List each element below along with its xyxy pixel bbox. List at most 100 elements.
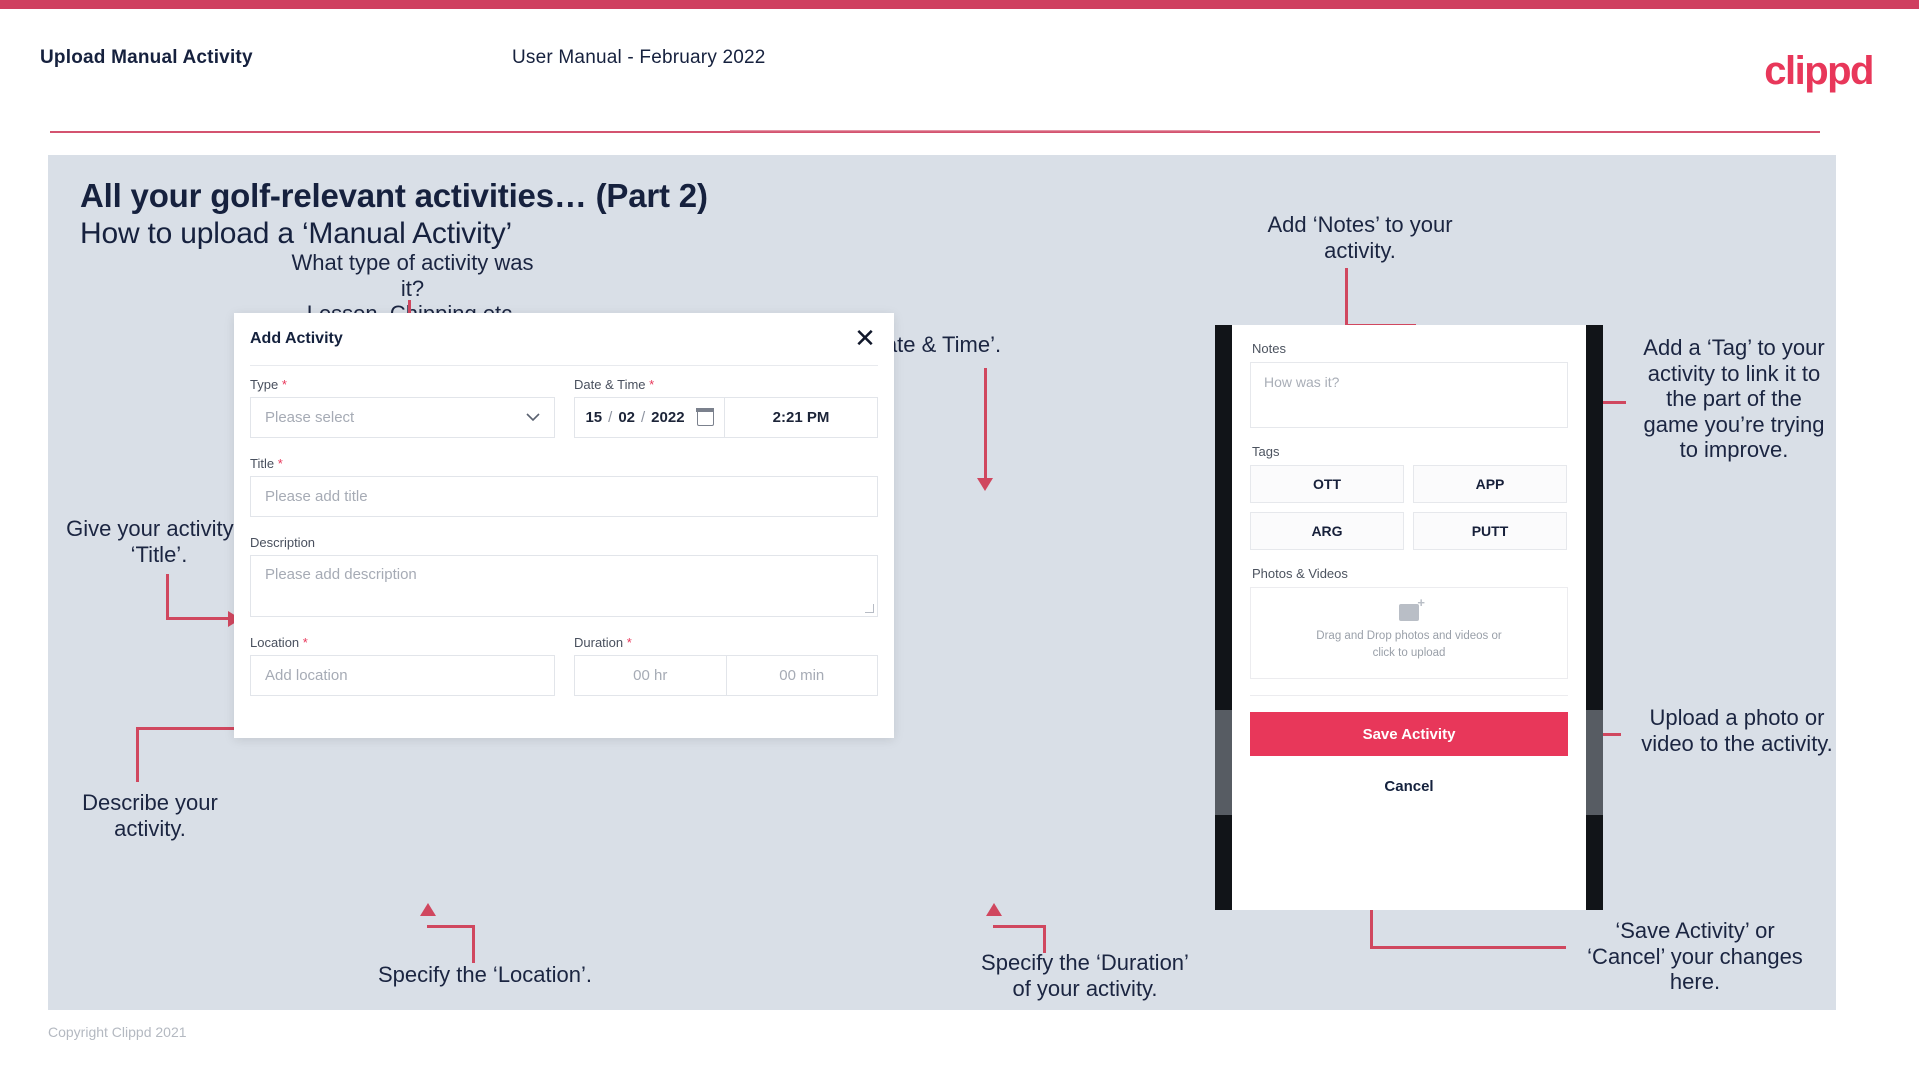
arrow-duration <box>986 903 1002 916</box>
connector-location-v <box>472 925 475 963</box>
label-text: Description <box>250 535 316 550</box>
phone-photos-section: Photos & Videos Drag and Drop photos and… <box>1232 550 1586 679</box>
label-text: Duration <box>574 635 624 650</box>
connector-title-v <box>166 574 169 617</box>
header-subtitle: User Manual - February 2022 <box>512 47 766 68</box>
field-type: Type * Please select <box>250 377 555 438</box>
duration-minutes-input[interactable]: 00 min <box>725 656 878 695</box>
field-datetime: Date & Time * 15 / 02 / 2022 2:21 PM <box>574 377 878 438</box>
dropzone-text: Drag and Drop photos and videos or click… <box>1316 628 1501 661</box>
field-duration-label: Duration * <box>574 635 878 650</box>
annotation-upload: Upload a photo or video to the activity. <box>1641 705 1833 756</box>
connector-notes-v1 <box>1345 268 1348 324</box>
header-title: Upload Manual Activity <box>40 47 253 68</box>
phone-bezel-right <box>1586 325 1603 910</box>
clippd-logo: clippd <box>1764 49 1874 93</box>
notes-placeholder: How was it? <box>1264 374 1340 390</box>
connector-duration-v <box>1043 925 1046 953</box>
field-location-label: Location * <box>250 635 555 650</box>
annotation-location: Specify the ‘Location’. <box>377 962 593 987</box>
date-sep-1: / <box>608 409 613 426</box>
calendar-icon[interactable] <box>695 408 715 426</box>
field-title: Title * Please add title <box>250 456 878 517</box>
type-select-value: Please select <box>265 409 355 426</box>
cancel-button[interactable]: Cancel <box>1232 778 1586 795</box>
annotation-tag: Add a ‘Tag’ to your activity to link it … <box>1643 335 1825 463</box>
date-year: 2022 <box>651 409 685 426</box>
tags-grid: OTT APP ARG PUTT <box>1250 465 1568 550</box>
save-activity-button[interactable]: Save Activity <box>1250 712 1568 756</box>
modal-title: Add Activity <box>250 330 343 347</box>
label-text: Title <box>250 456 275 471</box>
label-text: Location <box>250 635 300 650</box>
tags-label: Tags <box>1252 444 1280 459</box>
location-input[interactable]: Add location <box>250 655 555 696</box>
phone-notes-section: Notes How was it? <box>1232 325 1586 428</box>
field-datetime-label: Date & Time * <box>574 377 878 392</box>
dropzone-line-2: click to upload <box>1372 647 1446 659</box>
type-select[interactable]: Please select <box>250 397 555 438</box>
header-divider-secondary <box>730 130 1210 132</box>
duration-hours-input[interactable]: 00 hr <box>575 656 726 695</box>
annotation-duration: Specify the ‘Duration’ of your activity. <box>981 950 1189 1001</box>
form-row-type-datetime: Type * Please select Date & Time * 15 / … <box>250 377 878 438</box>
phone-divider <box>1250 695 1568 696</box>
photos-videos-label: Photos & Videos <box>1252 566 1348 581</box>
modal-divider <box>250 365 878 366</box>
notes-textarea[interactable]: How was it? <box>1250 362 1568 428</box>
annotation-notes: Add ‘Notes’ to your activity. <box>1267 212 1453 263</box>
phone-power-button-right <box>1586 710 1603 815</box>
time-input[interactable]: 2:21 PM <box>724 398 877 437</box>
slide-title: All your golf-relevant activities… (Part… <box>80 177 708 214</box>
footer-copyright: Copyright Clippd 2021 <box>48 1024 187 1040</box>
connector-tag-h1 <box>1601 401 1626 404</box>
date-sep-2: / <box>641 409 646 426</box>
add-activity-form: Type * Please select Date & Time * 15 / … <box>250 377 878 696</box>
title-input-placeholder: Please add title <box>265 488 368 505</box>
tag-arg[interactable]: ARG <box>1250 512 1404 550</box>
datetime-control: 15 / 02 / 2022 2:21 PM <box>574 397 878 438</box>
connector-describe-v <box>136 727 139 782</box>
date-month: 02 <box>618 409 635 426</box>
label-text: Type <box>250 377 279 392</box>
title-input[interactable]: Please add title <box>250 476 878 517</box>
field-location: Location * Add location <box>250 635 555 696</box>
description-placeholder: Please add description <box>265 566 417 583</box>
connector-title-h <box>166 617 228 620</box>
field-duration: Duration * 00 hr 00 min <box>574 635 878 696</box>
chevron-down-icon <box>526 409 540 426</box>
dropzone-line-1: Drag and Drop photos and videos or <box>1316 630 1502 643</box>
field-title-label: Title * <box>250 456 878 471</box>
connector-datetime-v <box>984 368 987 478</box>
location-input-placeholder: Add location <box>265 667 348 684</box>
annotation-save-cancel: ‘Save Activity’ or ‘Cancel’ your changes… <box>1587 918 1803 995</box>
connector-savecancel-h <box>1370 946 1566 949</box>
phone-bezel-left <box>1215 325 1232 910</box>
phone-volume-button-left <box>1215 710 1232 815</box>
notes-label: Notes <box>1252 341 1286 356</box>
date-input[interactable]: 15 / 02 / 2022 <box>575 398 724 437</box>
connector-duration-h <box>993 925 1045 928</box>
page-header: Upload Manual Activity User Manual - Feb… <box>0 9 1919 133</box>
modal-header: Add Activity ✕ <box>234 313 894 365</box>
required-marker: * <box>277 456 283 471</box>
field-type-label: Type * <box>250 377 555 392</box>
annotation-describe: Describe your activity. <box>82 790 218 841</box>
required-marker: * <box>649 377 655 392</box>
description-textarea[interactable]: Please add description <box>250 555 878 617</box>
phone-tags-section: Tags OTT APP ARG PUTT <box>1232 428 1586 550</box>
photo-upload-dropzone[interactable]: Drag and Drop photos and videos or click… <box>1250 587 1568 679</box>
duration-control: 00 hr 00 min <box>574 655 878 696</box>
label-text: Date & Time <box>574 377 646 392</box>
tag-putt[interactable]: PUTT <box>1413 512 1567 550</box>
required-marker: * <box>626 635 632 650</box>
add-image-icon <box>1399 595 1425 622</box>
tag-ott[interactable]: OTT <box>1250 465 1404 503</box>
form-row-location-duration: Location * Add location Duration * 00 hr… <box>250 635 878 696</box>
top-accent-stripe <box>0 0 1919 9</box>
close-icon[interactable]: ✕ <box>850 323 880 353</box>
tag-app[interactable]: APP <box>1413 465 1567 503</box>
add-activity-modal: Add Activity ✕ Type * Please select Date… <box>234 313 894 738</box>
date-day: 15 <box>585 409 603 426</box>
arrow-location <box>420 903 436 916</box>
